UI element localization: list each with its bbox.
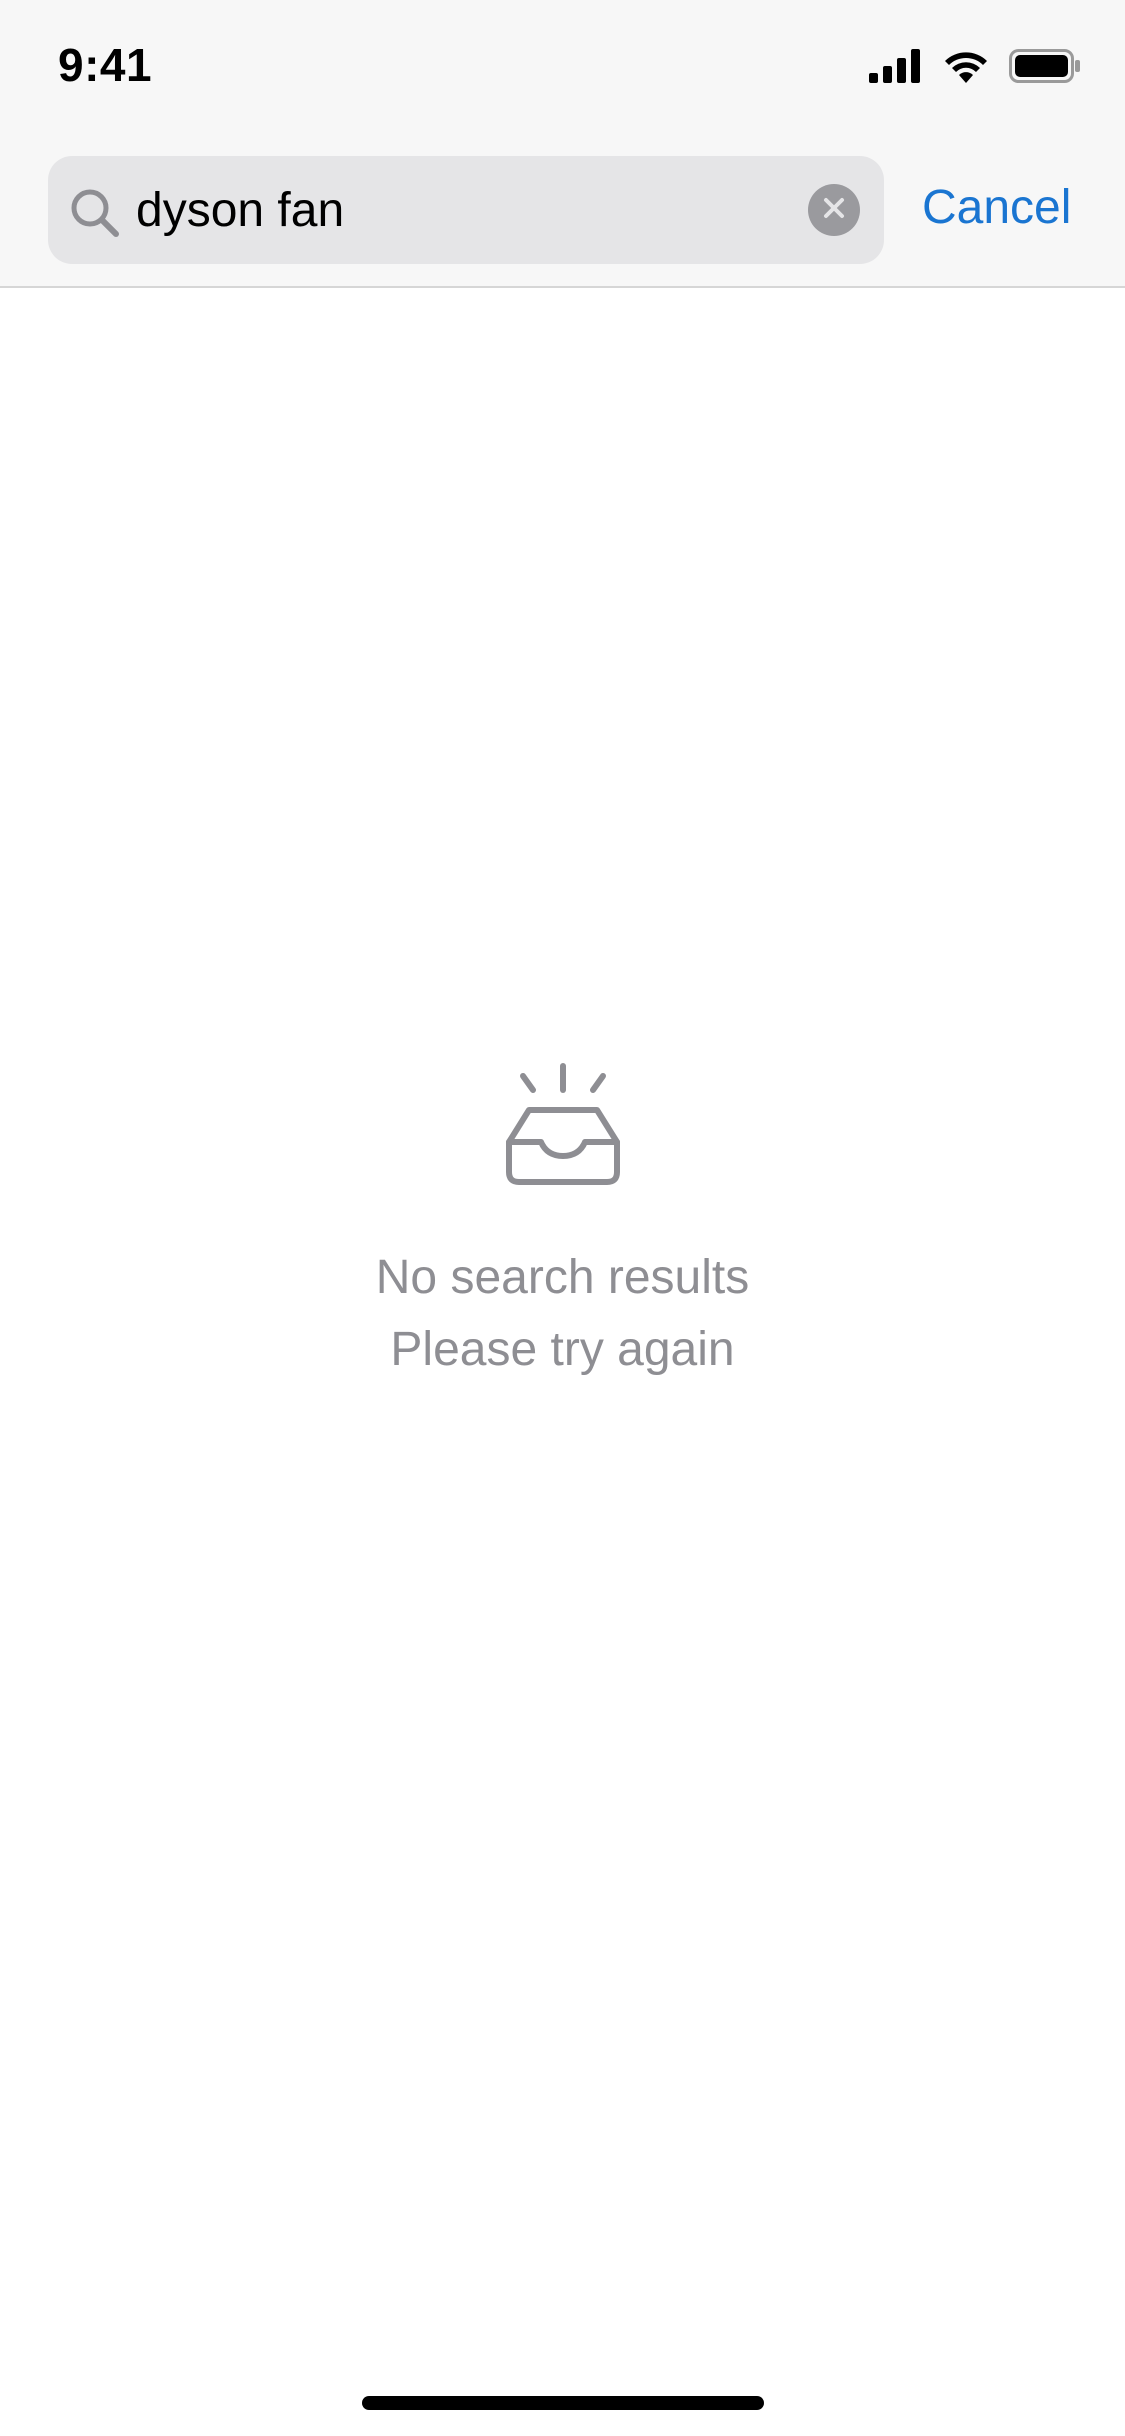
wifi-icon — [943, 49, 989, 88]
empty-state-title: No search results — [375, 1251, 750, 1304]
top-bar: 9:41 dyson fan Cancel — [0, 0, 1125, 288]
home-indicator[interactable] — [362, 2396, 764, 2410]
battery-icon — [1009, 48, 1081, 88]
search-icon — [68, 186, 124, 242]
search-bar[interactable] — [48, 156, 884, 264]
cellular-signal-icon — [869, 48, 923, 88]
status-time: 9:41 — [58, 39, 153, 91]
clear-icon — [821, 195, 847, 226]
empty-state-subtitle: Please try again — [390, 1323, 735, 1376]
empty-state: No search results Please try again — [0, 1060, 1125, 1380]
empty-inbox-icon — [0, 1060, 1125, 1188]
search-input[interactable] — [136, 156, 796, 264]
cancel-button[interactable]: Cancel — [922, 180, 1071, 235]
clear-search-button[interactable] — [808, 184, 860, 236]
status-icons — [869, 48, 1081, 88]
